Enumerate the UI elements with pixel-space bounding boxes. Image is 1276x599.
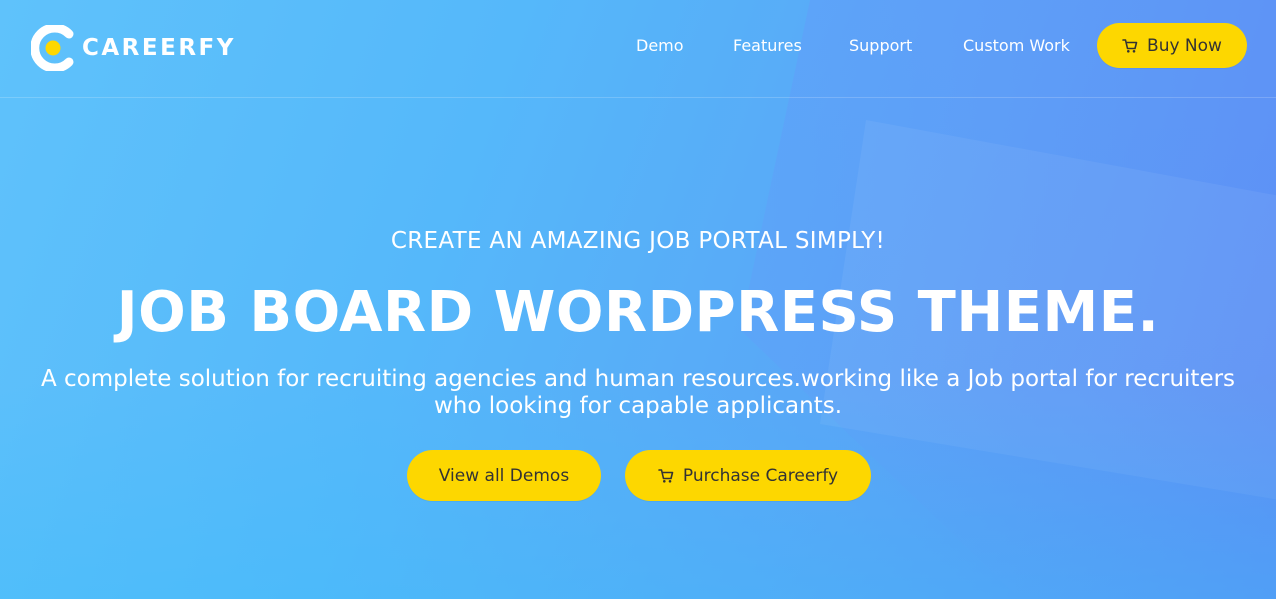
- nav-item-support[interactable]: Support: [849, 36, 912, 55]
- c-ring-logo-icon: [30, 23, 75, 73]
- purchase-careerfy-label: Purchase Careerfy: [682, 465, 839, 486]
- site-logo[interactable]: CAREERFY: [30, 23, 236, 73]
- buy-now-label: Buy Now: [1147, 35, 1222, 56]
- hero-eyebrow: CREATE AN AMAZING JOB PORTAL SIMPLY!: [390, 228, 886, 254]
- nav-item-custom-work[interactable]: Custom Work: [963, 36, 1070, 55]
- view-all-demos-label: View all Demos: [438, 465, 570, 486]
- hero-description: A complete solution for recruiting agenc…: [40, 366, 1236, 419]
- view-all-demos-button[interactable]: View all Demos: [407, 450, 601, 501]
- cart-icon: [1122, 38, 1138, 54]
- purchase-careerfy-button[interactable]: Purchase Careerfy: [625, 450, 871, 501]
- brand-name: CAREERFY: [82, 35, 236, 61]
- nav-item-features[interactable]: Features: [733, 36, 802, 55]
- nav-item-demo[interactable]: Demo: [636, 36, 684, 55]
- site-header: CAREERFY Demo Features Support Custom Wo…: [0, 0, 1276, 98]
- buy-now-button[interactable]: Buy Now: [1097, 23, 1247, 68]
- cart-icon: [658, 468, 674, 484]
- hero-title: JOB BOARD WORDPRESS THEME.: [116, 280, 1160, 345]
